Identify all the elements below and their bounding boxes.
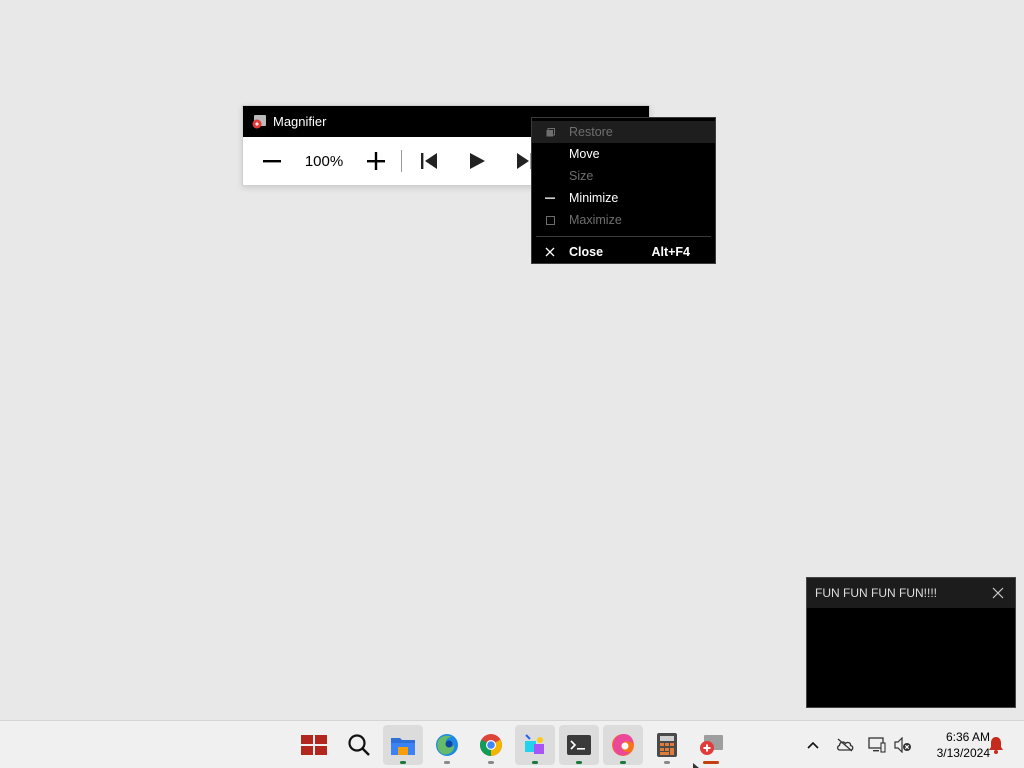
menu-item-shortcut: Alt+F4	[651, 245, 690, 259]
taskbar-app-firefox[interactable]	[427, 725, 467, 765]
play-icon	[470, 153, 485, 169]
taskbar-app-calculator[interactable]	[647, 725, 687, 765]
edge-icon	[612, 734, 634, 756]
notification-header[interactable]: FUN FUN FUN FUN!!!!	[807, 578, 1015, 608]
system-clock[interactable]: 6:36 AM 3/13/2024	[918, 729, 990, 761]
window-title: Magnifier	[273, 114, 327, 129]
folder-icon	[391, 738, 415, 755]
zoom-in-icon	[367, 152, 385, 170]
taskbar-app-edge[interactable]	[603, 725, 643, 765]
menu-item-size[interactable]: Size	[532, 165, 715, 187]
menu-item-label: Restore	[569, 125, 613, 139]
notification-center-button[interactable]	[986, 721, 1006, 768]
close-icon[interactable]	[991, 586, 1005, 600]
media-editor-icon	[525, 734, 544, 754]
notification-title: FUN FUN FUN FUN!!!!	[815, 586, 937, 600]
tray-onedrive[interactable]	[834, 721, 856, 768]
menu-item-label: Minimize	[569, 191, 619, 205]
play-button[interactable]	[462, 146, 492, 176]
firefox-icon	[436, 734, 458, 756]
menu-item-label: Close	[569, 245, 604, 259]
tray-volume[interactable]	[892, 721, 914, 768]
show-hidden-icons-button[interactable]	[803, 721, 823, 768]
menu-item-move[interactable]: Move	[532, 143, 715, 165]
clock-time: 6:36 AM	[945, 730, 990, 744]
restore-icon	[544, 126, 556, 138]
maximize-icon	[544, 214, 556, 226]
search-icon	[348, 734, 370, 756]
chrome-icon	[480, 734, 502, 756]
minimize-icon	[544, 192, 556, 204]
previous-button[interactable]	[414, 146, 444, 176]
terminal-icon	[567, 735, 591, 755]
menu-item-minimize[interactable]: Minimize	[532, 187, 715, 209]
toolbar-divider	[401, 150, 402, 172]
menu-separator	[536, 236, 711, 237]
tray-network[interactable]	[866, 721, 888, 768]
menu-item-label: Move	[569, 147, 600, 161]
close-icon	[544, 246, 556, 258]
notification-window: FUN FUN FUN FUN!!!!	[806, 577, 1016, 708]
bell-icon	[989, 737, 1003, 754]
magnifier-app-icon	[252, 114, 266, 128]
zoom-out-icon	[263, 160, 281, 163]
zoom-in-button[interactable]	[361, 146, 391, 176]
menu-item-close[interactable]: Close Alt+F4	[532, 241, 715, 263]
cloud-offline-icon	[837, 738, 854, 752]
taskbar-app-terminal[interactable]	[559, 725, 599, 765]
mouse-cursor-icon	[693, 763, 699, 768]
system-menu: Restore Move Size Minimize Maximize Clos…	[531, 117, 716, 264]
previous-icon	[421, 153, 437, 169]
menu-item-label: Size	[569, 169, 594, 183]
search-button[interactable]	[339, 725, 379, 765]
zoom-out-button[interactable]	[257, 146, 287, 176]
menu-item-label: Maximize	[569, 213, 622, 227]
taskbar-app-file-explorer[interactable]	[383, 725, 423, 765]
start-button[interactable]	[294, 725, 334, 765]
speaker-muted-icon	[894, 737, 911, 753]
zoom-level: 100%	[304, 152, 344, 170]
clock-date: 3/13/2024	[936, 746, 990, 760]
menu-item-maximize[interactable]: Maximize	[532, 209, 715, 231]
menu-item-restore[interactable]: Restore	[532, 121, 715, 143]
taskbar: 6:36 AM 3/13/2024	[0, 720, 1024, 768]
taskbar-app-chrome[interactable]	[471, 725, 511, 765]
chevron-up-icon	[807, 741, 819, 749]
calculator-icon	[657, 733, 677, 757]
windows-icon	[301, 735, 327, 755]
taskbar-app-media-editor[interactable]	[515, 725, 555, 765]
network-icon	[868, 737, 886, 753]
magnifier-icon	[700, 735, 723, 755]
taskbar-app-magnifier[interactable]	[691, 725, 731, 765]
